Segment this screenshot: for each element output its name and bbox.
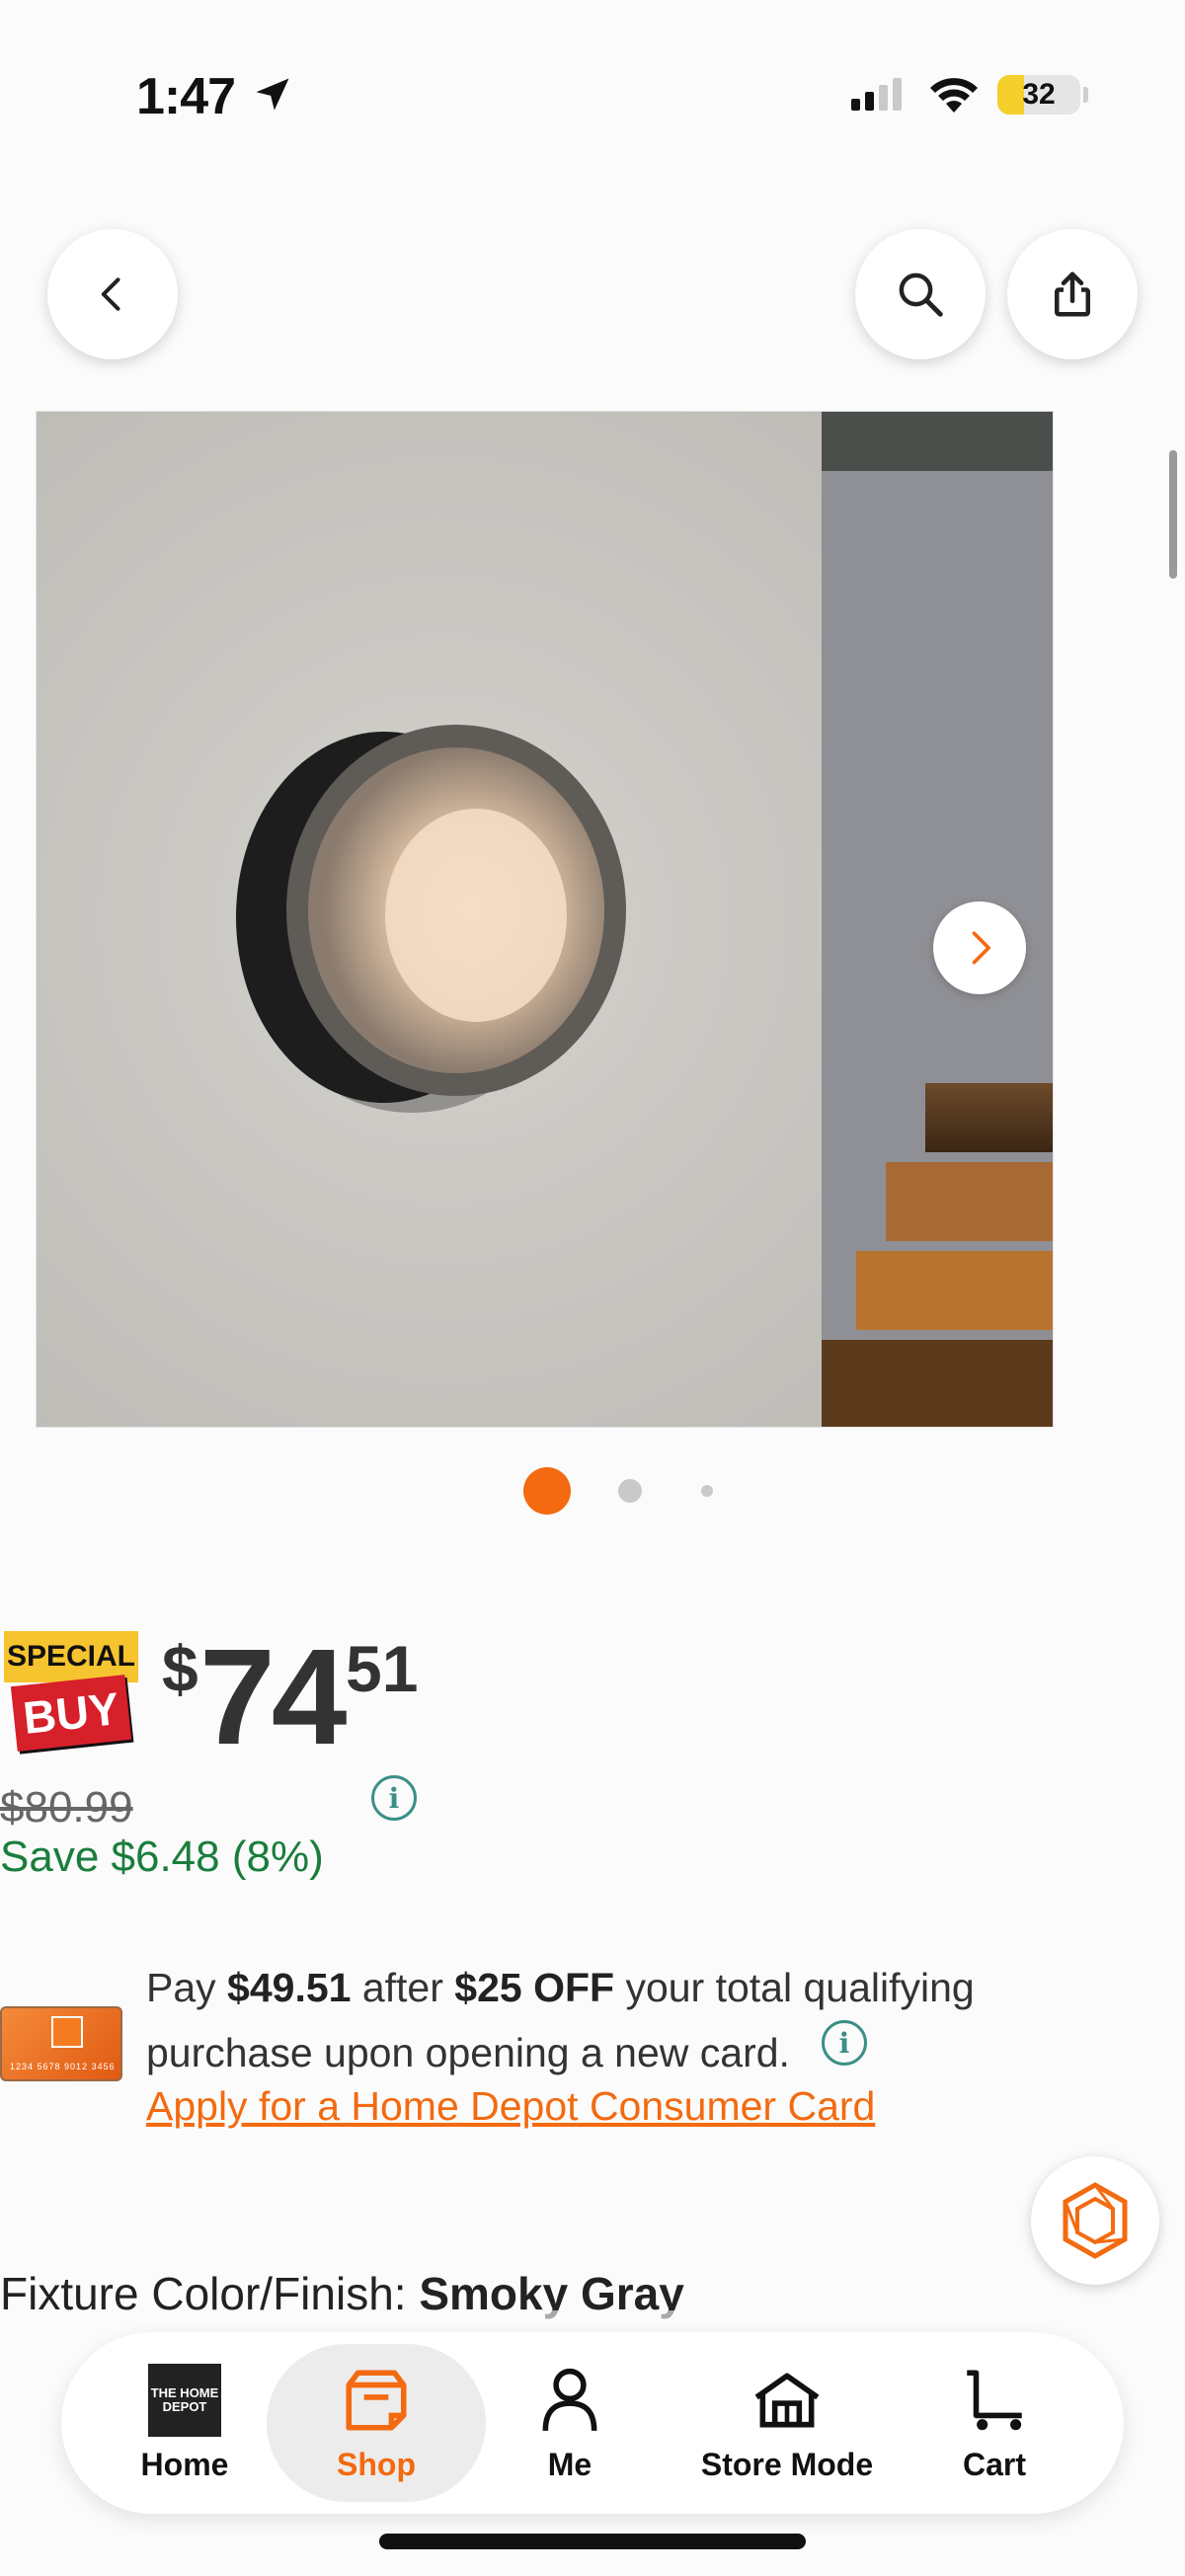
price-dollars: 74	[199, 1621, 347, 1773]
price-cents: 51	[346, 1632, 419, 1705]
home-depot-logo-icon: THE HOME DEPOT	[148, 2363, 221, 2437]
promo-text-mid: after	[351, 1965, 455, 2010]
badge-line2: BUY	[10, 1675, 132, 1752]
carousel-dot-active[interactable]	[523, 1467, 571, 1515]
card-number: 1234 5678 9012 3456	[10, 2062, 116, 2071]
apply-card-link[interactable]: Apply for a Home Depot Consumer Card	[146, 2083, 875, 2130]
nav-cart[interactable]: Cart	[930, 2332, 1059, 2514]
person-icon	[542, 2368, 597, 2431]
status-bar: 1:47 32	[0, 0, 1185, 188]
promo-discount: $25 OFF	[454, 1965, 615, 2010]
nav-shop[interactable]: Shop	[267, 2344, 486, 2502]
assistant-button[interactable]	[1031, 2156, 1159, 2285]
battery-percent: 32	[1022, 78, 1056, 111]
share-button[interactable]	[1007, 229, 1138, 359]
cellular-signal-icon	[851, 78, 902, 111]
carousel-dot[interactable]	[618, 1479, 642, 1503]
hexagon-assistant-icon	[1063, 2182, 1128, 2259]
carousel-dot[interactable]	[701, 1485, 713, 1497]
status-time: 1:47	[136, 68, 236, 125]
home-indicator	[379, 2534, 806, 2549]
search-icon	[899, 273, 943, 317]
promo-text-pre: Pay	[146, 1965, 228, 2010]
nav-store-mode-label: Store Mode	[700, 2446, 874, 2482]
shop-icon	[346, 2369, 407, 2431]
carousel-indicator	[523, 1465, 721, 1515]
cart-icon	[967, 2369, 1022, 2430]
price-currency: $	[162, 1632, 198, 1705]
back-button[interactable]	[47, 229, 178, 359]
nav-store-mode[interactable]: Store Mode	[673, 2332, 901, 2514]
battery-icon: 32	[997, 75, 1080, 115]
store-icon	[754, 2373, 820, 2427]
was-price: $80.99	[0, 1783, 133, 1832]
home-depot-logo-icon	[51, 2016, 83, 2048]
card-promo-text: Pay $49.51 after $25 OFF your total qual…	[146, 1955, 1134, 2085]
product-image[interactable]	[36, 411, 1054, 1428]
promo-amount: $49.51	[227, 1965, 352, 2010]
wall-sconce-photo	[37, 412, 1053, 1427]
nav-me[interactable]: Me	[506, 2332, 634, 2514]
location-arrow-icon	[256, 78, 289, 111]
wifi-icon	[930, 78, 978, 113]
promo-info-icon[interactable]: i	[822, 2020, 867, 2066]
battery-cap	[1083, 87, 1088, 103]
savings-text: Save $6.48 (8%)	[0, 1833, 324, 1881]
scrollbar[interactable]	[1169, 450, 1177, 579]
search-button[interactable]	[855, 229, 986, 359]
nav-home[interactable]: THE HOME DEPOT Home	[111, 2332, 259, 2514]
chevron-left-icon	[101, 277, 120, 311]
nav-home-label: Home	[140, 2446, 229, 2482]
share-icon	[1055, 272, 1090, 317]
credit-card-image: 1234 5678 9012 3456	[0, 2006, 122, 2081]
next-image-button[interactable]	[933, 901, 1026, 994]
chevron-right-icon	[972, 931, 990, 965]
special-buy-badge: SPECIAL BUY	[4, 1631, 138, 1757]
nav-shop-label: Shop	[337, 2446, 416, 2482]
nav-cart-label: Cart	[962, 2446, 1026, 2482]
nav-me-label: Me	[547, 2446, 592, 2482]
bottom-nav: THE HOME DEPOT Home Shop Me Store Mode C…	[61, 2332, 1124, 2514]
price-info-icon[interactable]: i	[371, 1775, 417, 1821]
